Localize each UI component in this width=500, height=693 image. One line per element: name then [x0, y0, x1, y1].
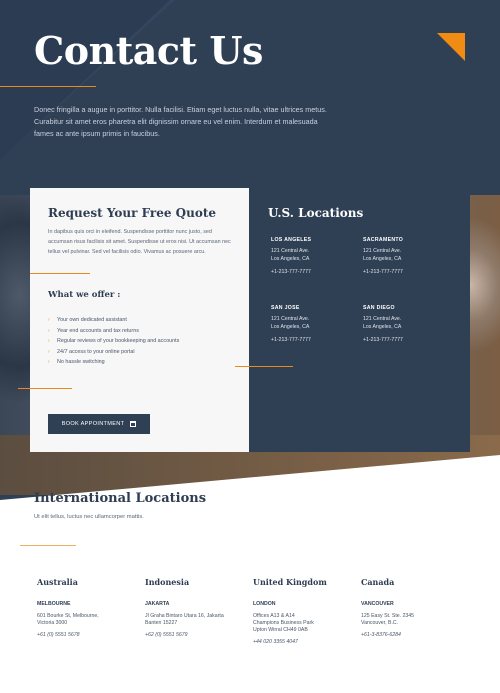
- country-city: JAKARTA: [145, 601, 170, 607]
- us-location: LOS ANGELES 121 Central Ave. Los Angeles…: [271, 237, 366, 275]
- location-city: LOS ANGELES: [271, 237, 312, 243]
- location-address-line: 121 Central Ave.: [363, 316, 402, 322]
- offer-item: › 24/7 access to your online portal: [48, 347, 179, 358]
- us-location: SACRAMENTO 121 Central Ave. Los Angeles,…: [363, 237, 458, 275]
- location-phone[interactable]: +1-213-777-7777: [363, 337, 458, 343]
- country-city: VANCOUVER: [361, 601, 394, 607]
- us-accent-line: [235, 366, 293, 367]
- international-title: International Locations: [34, 491, 207, 506]
- offer-title: What we offer :: [48, 290, 121, 300]
- country-address-line: Jl Graha Bintaro Utara 16, Jakarta: [145, 613, 224, 619]
- international-accent-line: [20, 545, 76, 546]
- country-address-line: Champions Business Park: [253, 620, 314, 626]
- location-address-line: 121 Central Ave.: [271, 248, 310, 254]
- quote-accent-line: [30, 273, 90, 274]
- country-block: Australia MELBOURNE 601 Bourke St, Melbo…: [37, 577, 137, 638]
- book-appointment-label: BOOK APPOINTMENT: [61, 421, 125, 427]
- location-city: SAN DIEGO: [363, 305, 395, 311]
- country-block: United Kingdom LONDON Offices A13 & A14 …: [253, 577, 353, 645]
- location-address-line: 121 Central Ave.: [271, 316, 310, 322]
- country-name: Australia: [37, 577, 78, 587]
- page-title: Contact Us: [34, 28, 263, 73]
- chevron-right-icon: ›: [48, 338, 50, 344]
- country-address-line: Victoria 3000: [37, 620, 68, 626]
- country-name: Indonesia: [145, 577, 190, 587]
- country-city: MELBOURNE: [37, 601, 71, 607]
- quote-title: Request Your Free Quote: [48, 206, 217, 220]
- location-address-line: Los Angeles, CA: [271, 255, 310, 262]
- location-address-line: 121 Central Ave.: [363, 248, 402, 254]
- country-address-line: Banten 15227: [145, 620, 178, 626]
- offer-item: › Year end accounts and tax returns: [48, 326, 179, 337]
- country-phone[interactable]: +44 020 3355 4047: [253, 639, 353, 645]
- book-appointment-button[interactable]: BOOK APPOINTMENT: [48, 414, 150, 434]
- chevron-right-icon: ›: [48, 348, 50, 355]
- location-phone[interactable]: +1-213-777-7777: [271, 269, 366, 275]
- location-address-line: Los Angeles, CA: [363, 323, 402, 330]
- country-address-line: 125 Easy St. Ste. 2345: [361, 613, 415, 619]
- us-location: SAN JOSE 121 Central Ave. Los Angeles, C…: [271, 305, 366, 343]
- quote-text: In dapibus quis orci in eleifend. Suspen…: [48, 229, 231, 255]
- offer-item: › Your own dedicated assistant: [48, 315, 179, 326]
- calendar-icon: [130, 421, 137, 427]
- intro-text: Donec fringilla a augue in porttitor. Nu…: [34, 105, 327, 138]
- us-location: SAN DIEGO 121 Central Ave. Los Angeles, …: [363, 305, 458, 343]
- country-phone[interactable]: +62 (0) 5551 5679: [145, 632, 245, 638]
- chevron-right-icon: ›: [48, 317, 50, 323]
- country-address-line: 601 Bourke St, Melbourne,: [37, 613, 99, 619]
- international-subtitle: Ut elit tellus, luctus nec ullamcorper m…: [34, 514, 144, 520]
- offer-list: › Your own dedicated assistant › Year end …: [48, 315, 179, 368]
- offer-item: › No hassle switching: [48, 357, 179, 368]
- country-phone[interactable]: +61-3-8376-6284: [361, 632, 461, 638]
- location-city: SACRAMENTO: [363, 237, 404, 243]
- country-block: Canada VANCOUVER 125 Easy St. Ste. 2345 …: [361, 577, 461, 638]
- location-city: SAN JOSE: [271, 305, 300, 311]
- country-name: United Kingdom: [253, 577, 327, 587]
- us-locations-title: U.S. Locations: [268, 206, 364, 220]
- chevron-right-icon: ›: [48, 359, 50, 365]
- country-address-line: Upton Wirral CH49 0AB: [253, 627, 308, 633]
- chevron-right-icon: ›: [48, 327, 50, 334]
- country-address-line: Vancouver, B.C.: [361, 620, 399, 626]
- quote-card: Request Your Free Quote In dapibus quis …: [18, 188, 249, 452]
- title-accent-line: [0, 86, 96, 87]
- corner-accent-triangle: [437, 33, 465, 61]
- offer-accent-line: [18, 388, 72, 389]
- country-city: LONDON: [253, 601, 276, 607]
- location-address-line: Los Angeles, CA: [363, 255, 402, 262]
- country-name: Canada: [361, 577, 395, 587]
- location-phone[interactable]: +1-213-777-7777: [271, 337, 366, 343]
- offer-item: › Regular reviews of your bookkeeping and…: [48, 336, 179, 347]
- country-phone[interactable]: +61 (0) 5551 5678: [37, 632, 137, 638]
- location-phone[interactable]: +1-213-777-7777: [363, 269, 458, 275]
- location-address-line: Los Angeles, CA: [271, 323, 310, 330]
- us-locations-card: U.S. Locations LOS ANGELES 121 Central A…: [235, 188, 470, 452]
- country-block: Indonesia JAKARTA Jl Graha Bintaro Utara…: [145, 577, 245, 638]
- country-address-line: Offices A13 & A14: [253, 613, 295, 619]
